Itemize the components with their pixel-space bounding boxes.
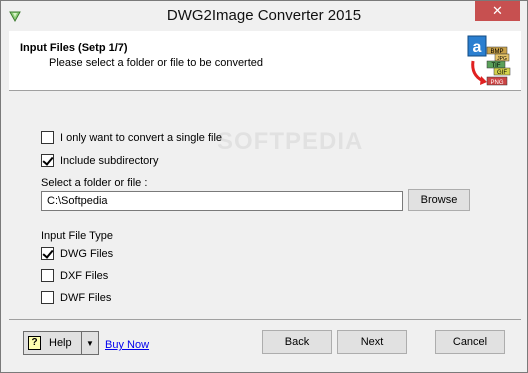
dxf-files-label: DXF Files [60,269,109,282]
browse-button[interactable]: Browse [408,189,470,211]
input-file-type-label: Input File Type [41,230,113,242]
dxf-files-checkbox[interactable] [41,269,54,282]
help-icon: ? [28,336,41,350]
single-file-checkbox[interactable] [41,131,54,144]
close-button[interactable]: ✕ [475,1,520,21]
converter-window: DWG2Image Converter 2015 ✕ Input Files (… [0,0,528,373]
include-subdirectory-checkbox[interactable] [41,154,54,167]
format-logo-icon: a BMP JPG TIF GIF PNG [467,35,511,86]
dwg-files-option[interactable]: DWG Files [41,246,113,261]
wizard-footer: ? Help ▼ Buy Now Back Next Cancel [9,319,521,367]
single-file-option[interactable]: I only want to convert a single file [41,130,222,145]
wizard-header: Input Files (Setp 1/7) Please select a f… [9,31,521,91]
step-title: Input Files (Setp 1/7) [20,42,128,54]
dwf-files-option[interactable]: DWF Files [41,290,111,305]
logo-letter: a [473,39,482,56]
folder-field-label: Select a folder or file : [41,177,148,189]
softpedia-watermark: SOFTPEDIA [217,128,364,155]
include-subdirectory-label: Include subdirectory [60,154,159,167]
dwg-files-label: DWG Files [60,247,114,260]
help-label: Help [49,337,72,349]
step-subtitle: Please select a folder or file to be con… [49,57,264,69]
cancel-button[interactable]: Cancel [435,330,505,354]
include-subdirectory-option[interactable]: Include subdirectory [41,153,158,168]
chevron-down-icon[interactable]: ▼ [82,339,98,348]
help-button[interactable]: ? Help [24,332,81,354]
help-split-button[interactable]: ? Help ▼ [23,331,99,355]
buy-now-link[interactable]: Buy Now [105,339,149,351]
next-button[interactable]: Next [337,330,407,354]
logo-tag-gif: GIF [497,70,507,76]
back-button[interactable]: Back [262,330,332,354]
dwf-files-checkbox[interactable] [41,291,54,304]
single-file-label: I only want to convert a single file [60,131,223,144]
folder-path-input[interactable] [41,191,403,211]
dwf-files-label: DWF Files [60,291,112,304]
dxf-files-option[interactable]: DXF Files [41,268,108,283]
dwg-files-checkbox[interactable] [41,247,54,260]
window-title: DWG2Image Converter 2015 [166,7,362,24]
title-bar: DWG2Image Converter 2015 ✕ [1,1,527,31]
input-files-panel: SOFTPEDIA I only want to convert a singl… [9,92,521,318]
logo-tag-png: PNG [490,80,503,86]
